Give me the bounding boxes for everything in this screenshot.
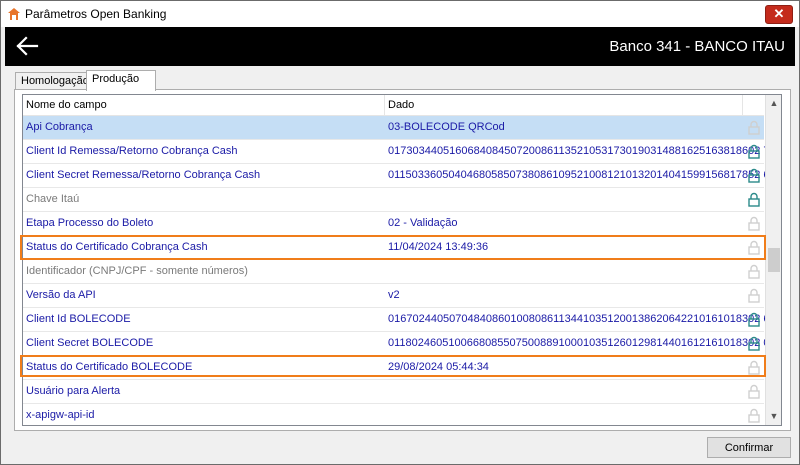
- table-row[interactable]: Identificador (CNPJ/CPF - somente número…: [23, 260, 764, 284]
- field-name: Versão da API: [26, 289, 96, 301]
- table-row[interactable]: Api Cobrança 03-BOLECODE QRCod: [23, 116, 764, 140]
- table-row[interactable]: Client Secret BOLECODE 011802460510066808…: [23, 332, 776, 356]
- confirm-button[interactable]: Confirmar: [707, 437, 791, 458]
- bank-title: Banco 341 - BANCO ITAU: [609, 38, 785, 55]
- highlight-status-cobranca-cash: [20, 235, 766, 260]
- lock-disabled-icon[interactable]: [747, 384, 761, 399]
- column-header-name[interactable]: Nome do campo: [23, 95, 385, 115]
- field-value[interactable]: 0118024605100668085507500889100010351260…: [388, 332, 776, 355]
- field-name: Api Cobrança: [26, 121, 93, 133]
- field-value[interactable]: 0115033605040468058507380861095210081210…: [388, 164, 776, 187]
- table-row[interactable]: Versão da API v2: [23, 284, 764, 308]
- lock-disabled-icon[interactable]: [747, 264, 761, 279]
- scroll-down-icon[interactable]: ▼: [766, 408, 781, 425]
- column-header-value[interactable]: Dado: [385, 95, 743, 115]
- vertical-scrollbar[interactable]: ▲ ▼: [765, 95, 781, 425]
- table-row[interactable]: Etapa Processo do Boleto 02 - Validação: [23, 212, 764, 236]
- tab-producao[interactable]: Produção: [86, 70, 156, 91]
- lock-disabled-icon[interactable]: [747, 216, 761, 231]
- table-row[interactable]: Client Secret Remessa/Retorno Cobrança C…: [23, 164, 776, 188]
- lock-icon[interactable]: [747, 336, 761, 351]
- field-value[interactable]: 0173034405160684084507200861135210531730…: [388, 140, 776, 163]
- lock-icon[interactable]: [747, 144, 761, 159]
- window: Parâmetros Open Banking ✕ Banco 341 - BA…: [0, 0, 800, 465]
- field-name: Client Secret BOLECODE: [26, 337, 154, 349]
- field-name: x-apigw-api-id: [26, 409, 95, 421]
- table-row[interactable]: Usuário para Alerta: [23, 380, 764, 404]
- table-row[interactable]: Client Id BOLECODE 0167024405070484086010…: [23, 308, 776, 332]
- field-name: Client Id Remessa/Retorno Cobrança Cash: [26, 145, 238, 157]
- table-row[interactable]: Chave Itaú: [23, 188, 764, 212]
- app-icon: [7, 7, 21, 21]
- lock-disabled-icon[interactable]: [747, 288, 761, 303]
- table-row[interactable]: Client Id Remessa/Retorno Cobrança Cash 0…: [23, 140, 776, 164]
- lock-icon[interactable]: [747, 312, 761, 327]
- field-name: Client Id BOLECODE: [26, 313, 131, 325]
- field-name: Usuário para Alerta: [26, 385, 121, 397]
- grid-header: Nome do campo Dado: [23, 95, 764, 116]
- field-value[interactable]: 0167024405070484086010080861134410351200…: [388, 308, 776, 331]
- title-bar: Parâmetros Open Banking ✕: [1, 1, 799, 27]
- tab-homologacao[interactable]: Homologação: [15, 72, 94, 90]
- close-button[interactable]: ✕: [765, 5, 793, 24]
- scroll-up-icon[interactable]: ▲: [766, 95, 781, 112]
- tab-panel: Nome do campo Dado Api Cobrança 03-BOLECO…: [14, 89, 791, 431]
- field-name: Identificador (CNPJ/CPF - somente número…: [26, 265, 248, 277]
- header-bar: Banco 341 - BANCO ITAU: [5, 27, 795, 66]
- scroll-thumb[interactable]: [768, 248, 780, 272]
- field-name: Etapa Processo do Boleto: [26, 217, 154, 229]
- lock-disabled-icon[interactable]: [747, 408, 761, 423]
- highlight-status-bolecode: [20, 355, 766, 377]
- lock-disabled-icon[interactable]: [747, 120, 761, 135]
- field-name: Chave Itaú: [26, 193, 80, 205]
- lock-icon[interactable]: [747, 168, 761, 183]
- table-row[interactable]: x-apigw-api-id: [23, 404, 764, 425]
- field-value[interactable]: 03-BOLECODE QRCod: [388, 116, 505, 139]
- field-value[interactable]: v2: [388, 284, 400, 307]
- lock-icon[interactable]: [747, 192, 761, 207]
- back-arrow-icon[interactable]: [15, 35, 39, 57]
- field-name: Client Secret Remessa/Retorno Cobrança C…: [26, 169, 261, 181]
- field-value[interactable]: 02 - Validação: [388, 212, 458, 235]
- window-title: Parâmetros Open Banking: [25, 7, 167, 21]
